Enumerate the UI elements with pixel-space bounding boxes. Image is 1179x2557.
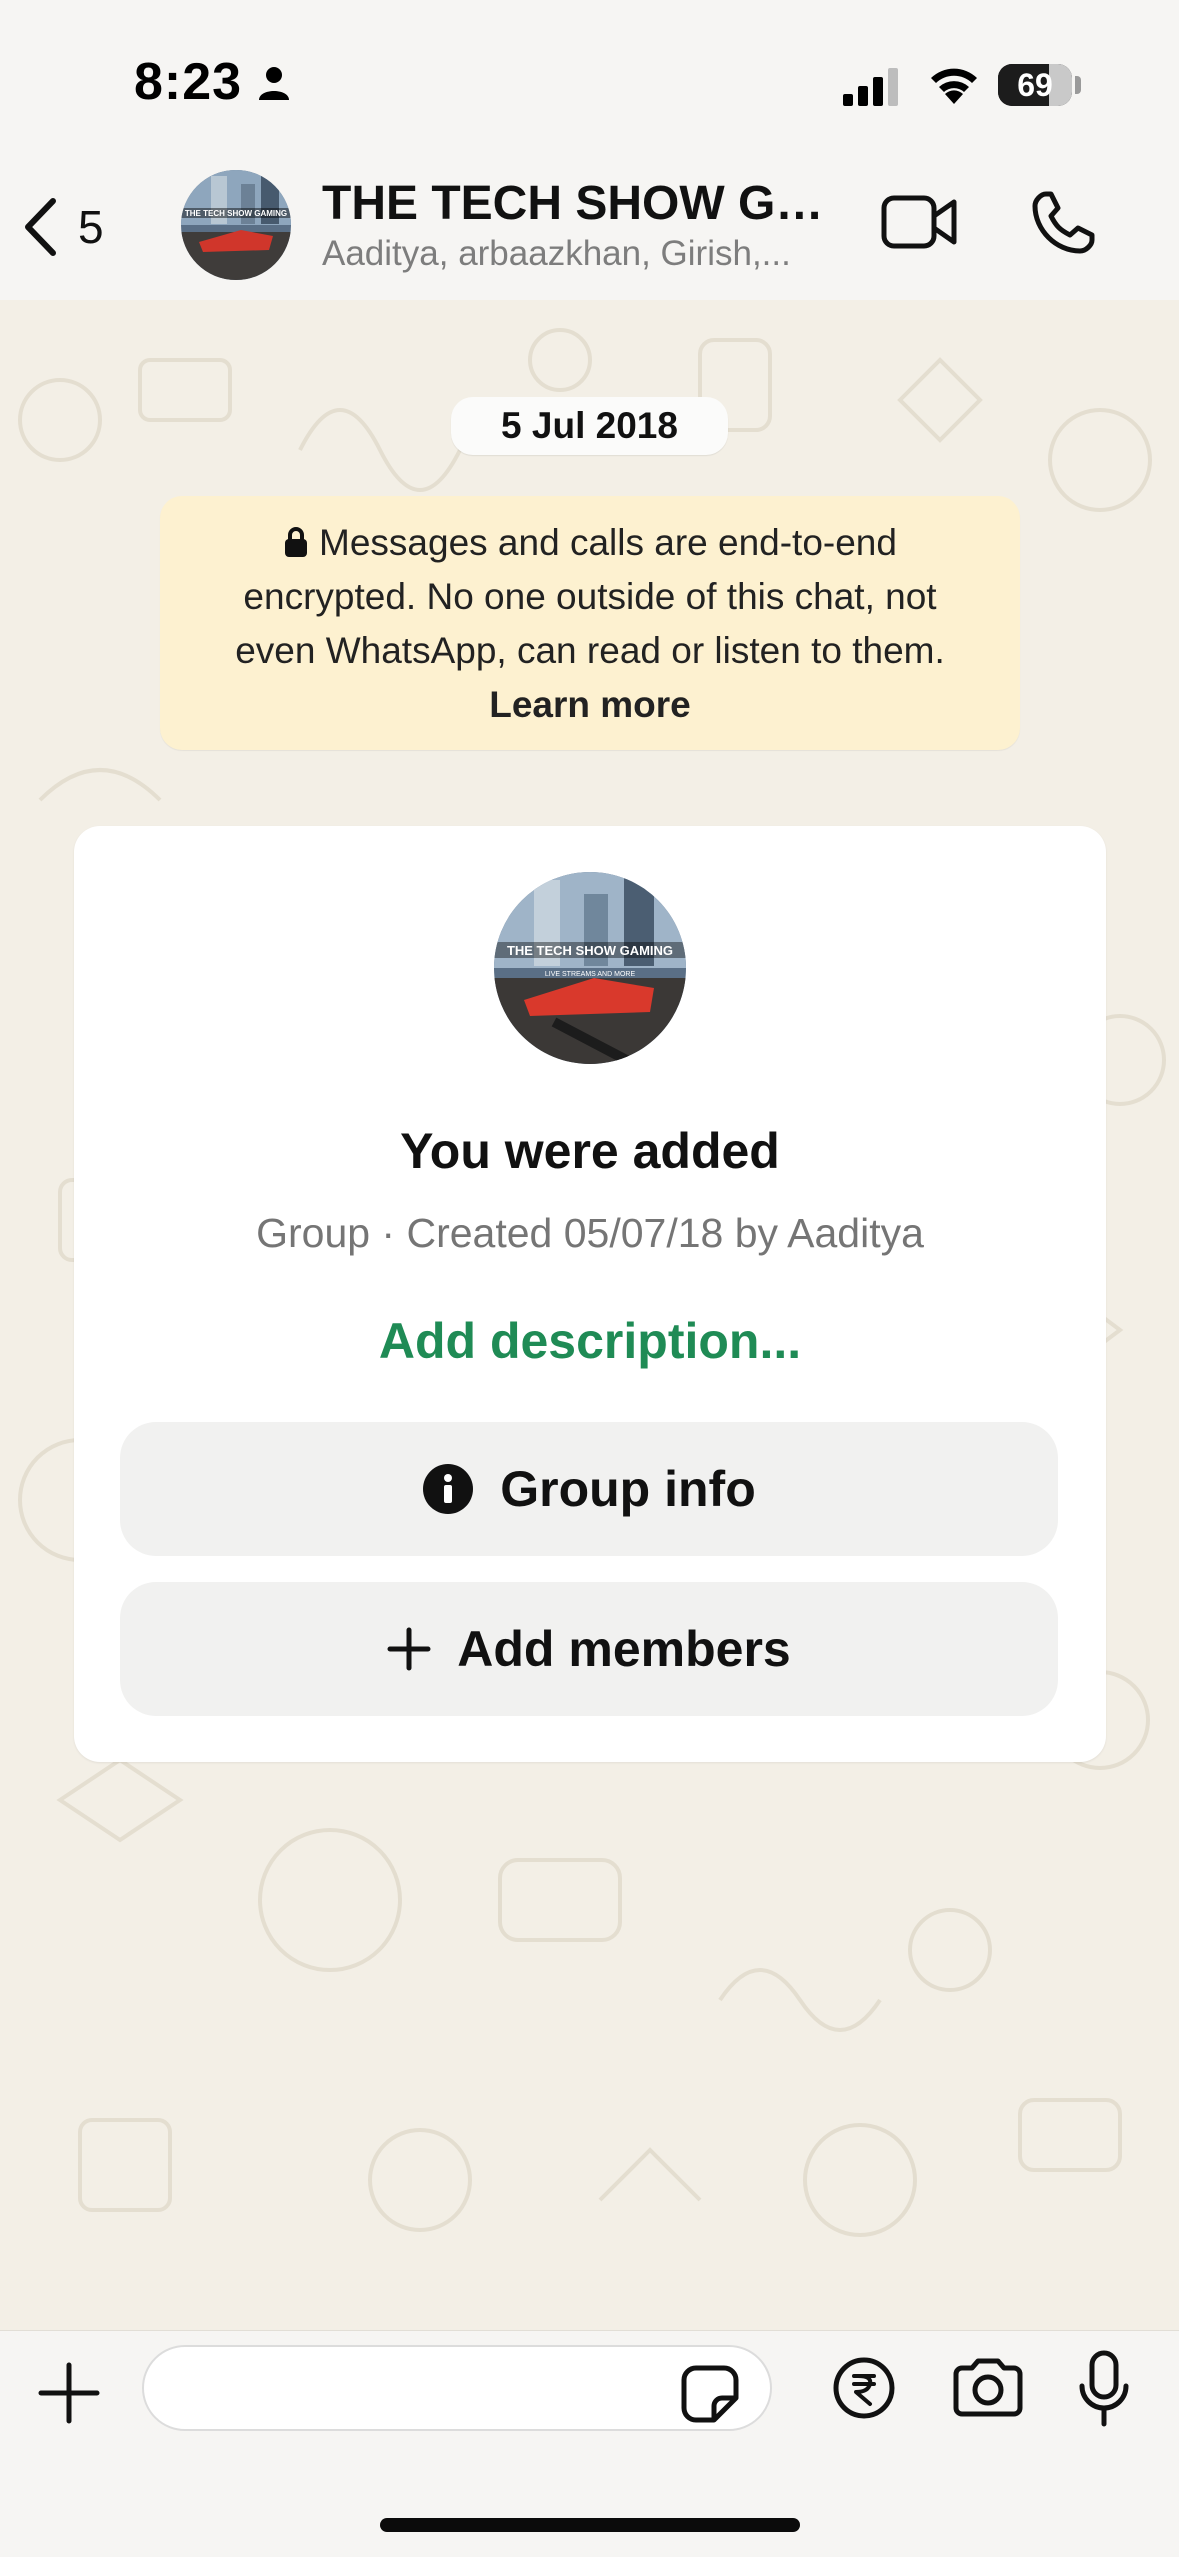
plus-icon bbox=[38, 2362, 100, 2424]
payment-button[interactable] bbox=[832, 2356, 896, 2420]
signal-icon bbox=[843, 68, 898, 106]
date-separator: 5 Jul 2018 bbox=[451, 397, 728, 455]
learn-more-link[interactable]: Learn more bbox=[160, 678, 1020, 732]
info-icon bbox=[423, 1464, 474, 1514]
back-button[interactable]: 5 bbox=[22, 190, 132, 264]
encryption-line-1: Messages and calls are end-to-end bbox=[319, 522, 897, 563]
sticker-button[interactable] bbox=[680, 2364, 740, 2424]
add-description-link[interactable]: Add description... bbox=[74, 1312, 1106, 1370]
card-group-avatar[interactable]: THE TECH SHOW GAMING LIVE STREAMS AND MO… bbox=[494, 872, 686, 1064]
battery-level: 69 bbox=[1017, 67, 1053, 103]
group-avatar[interactable]: THE TECH SHOW GAMING bbox=[181, 170, 291, 280]
encryption-line-2: encrypted. No one outside of this chat, … bbox=[243, 576, 937, 617]
home-indicator bbox=[380, 2518, 800, 2532]
video-camera-icon bbox=[881, 195, 957, 249]
phone-icon bbox=[1032, 191, 1095, 254]
camera-button[interactable] bbox=[950, 2358, 1026, 2418]
attach-button[interactable] bbox=[36, 2360, 102, 2426]
group-members[interactable]: Aaditya, arbaazkhan, Girish,... bbox=[322, 234, 832, 274]
plus-icon bbox=[387, 1627, 431, 1671]
battery-indicator: 69 bbox=[998, 64, 1072, 106]
card-group-avatar-image: THE TECH SHOW GAMING LIVE STREAMS AND MO… bbox=[494, 872, 686, 1064]
status-time: 8:23 bbox=[134, 53, 243, 111]
message-input[interactable] bbox=[142, 2345, 772, 2431]
card-avatar-subtext: LIVE STREAMS AND MORE bbox=[545, 971, 636, 978]
group-info-label: Group info bbox=[500, 1461, 756, 1517]
back-chevron-icon bbox=[25, 198, 56, 256]
group-system-card: THE TECH SHOW GAMING LIVE STREAMS AND MO… bbox=[74, 826, 1106, 1762]
add-members-button[interactable]: Add members bbox=[120, 1582, 1058, 1716]
camera-icon bbox=[953, 2358, 1023, 2417]
sticker-icon bbox=[681, 2365, 739, 2423]
voice-call-button[interactable] bbox=[1030, 190, 1096, 256]
rupee-icon bbox=[833, 2357, 895, 2419]
encryption-notice[interactable]: Messages and calls are end-to-end encryp… bbox=[160, 496, 1020, 750]
group-info-button[interactable]: Group info bbox=[120, 1422, 1058, 1556]
lock-icon bbox=[285, 527, 308, 557]
microphone-icon bbox=[1079, 2350, 1129, 2427]
add-members-label: Add members bbox=[457, 1621, 791, 1677]
mic-button[interactable] bbox=[1076, 2350, 1132, 2430]
card-avatar-text: THE TECH SHOW GAMING bbox=[507, 943, 673, 958]
encryption-line-3: even WhatsApp, can read or listen to the… bbox=[235, 630, 945, 671]
person-icon bbox=[259, 67, 289, 100]
group-avatar-text: THE TECH SHOW GAMING bbox=[185, 209, 287, 218]
video-call-button[interactable] bbox=[880, 192, 960, 252]
unread-count: 5 bbox=[78, 201, 104, 253]
battery-nub bbox=[1075, 76, 1081, 94]
group-name[interactable]: THE TECH SHOW GA... bbox=[322, 176, 842, 231]
card-title: You were added bbox=[400, 1123, 780, 1179]
group-avatar-image: THE TECH SHOW GAMING bbox=[181, 170, 291, 280]
wifi-icon bbox=[931, 68, 977, 104]
card-subtitle: Group · Created 05/07/18 by Aaditya bbox=[256, 1210, 924, 1256]
